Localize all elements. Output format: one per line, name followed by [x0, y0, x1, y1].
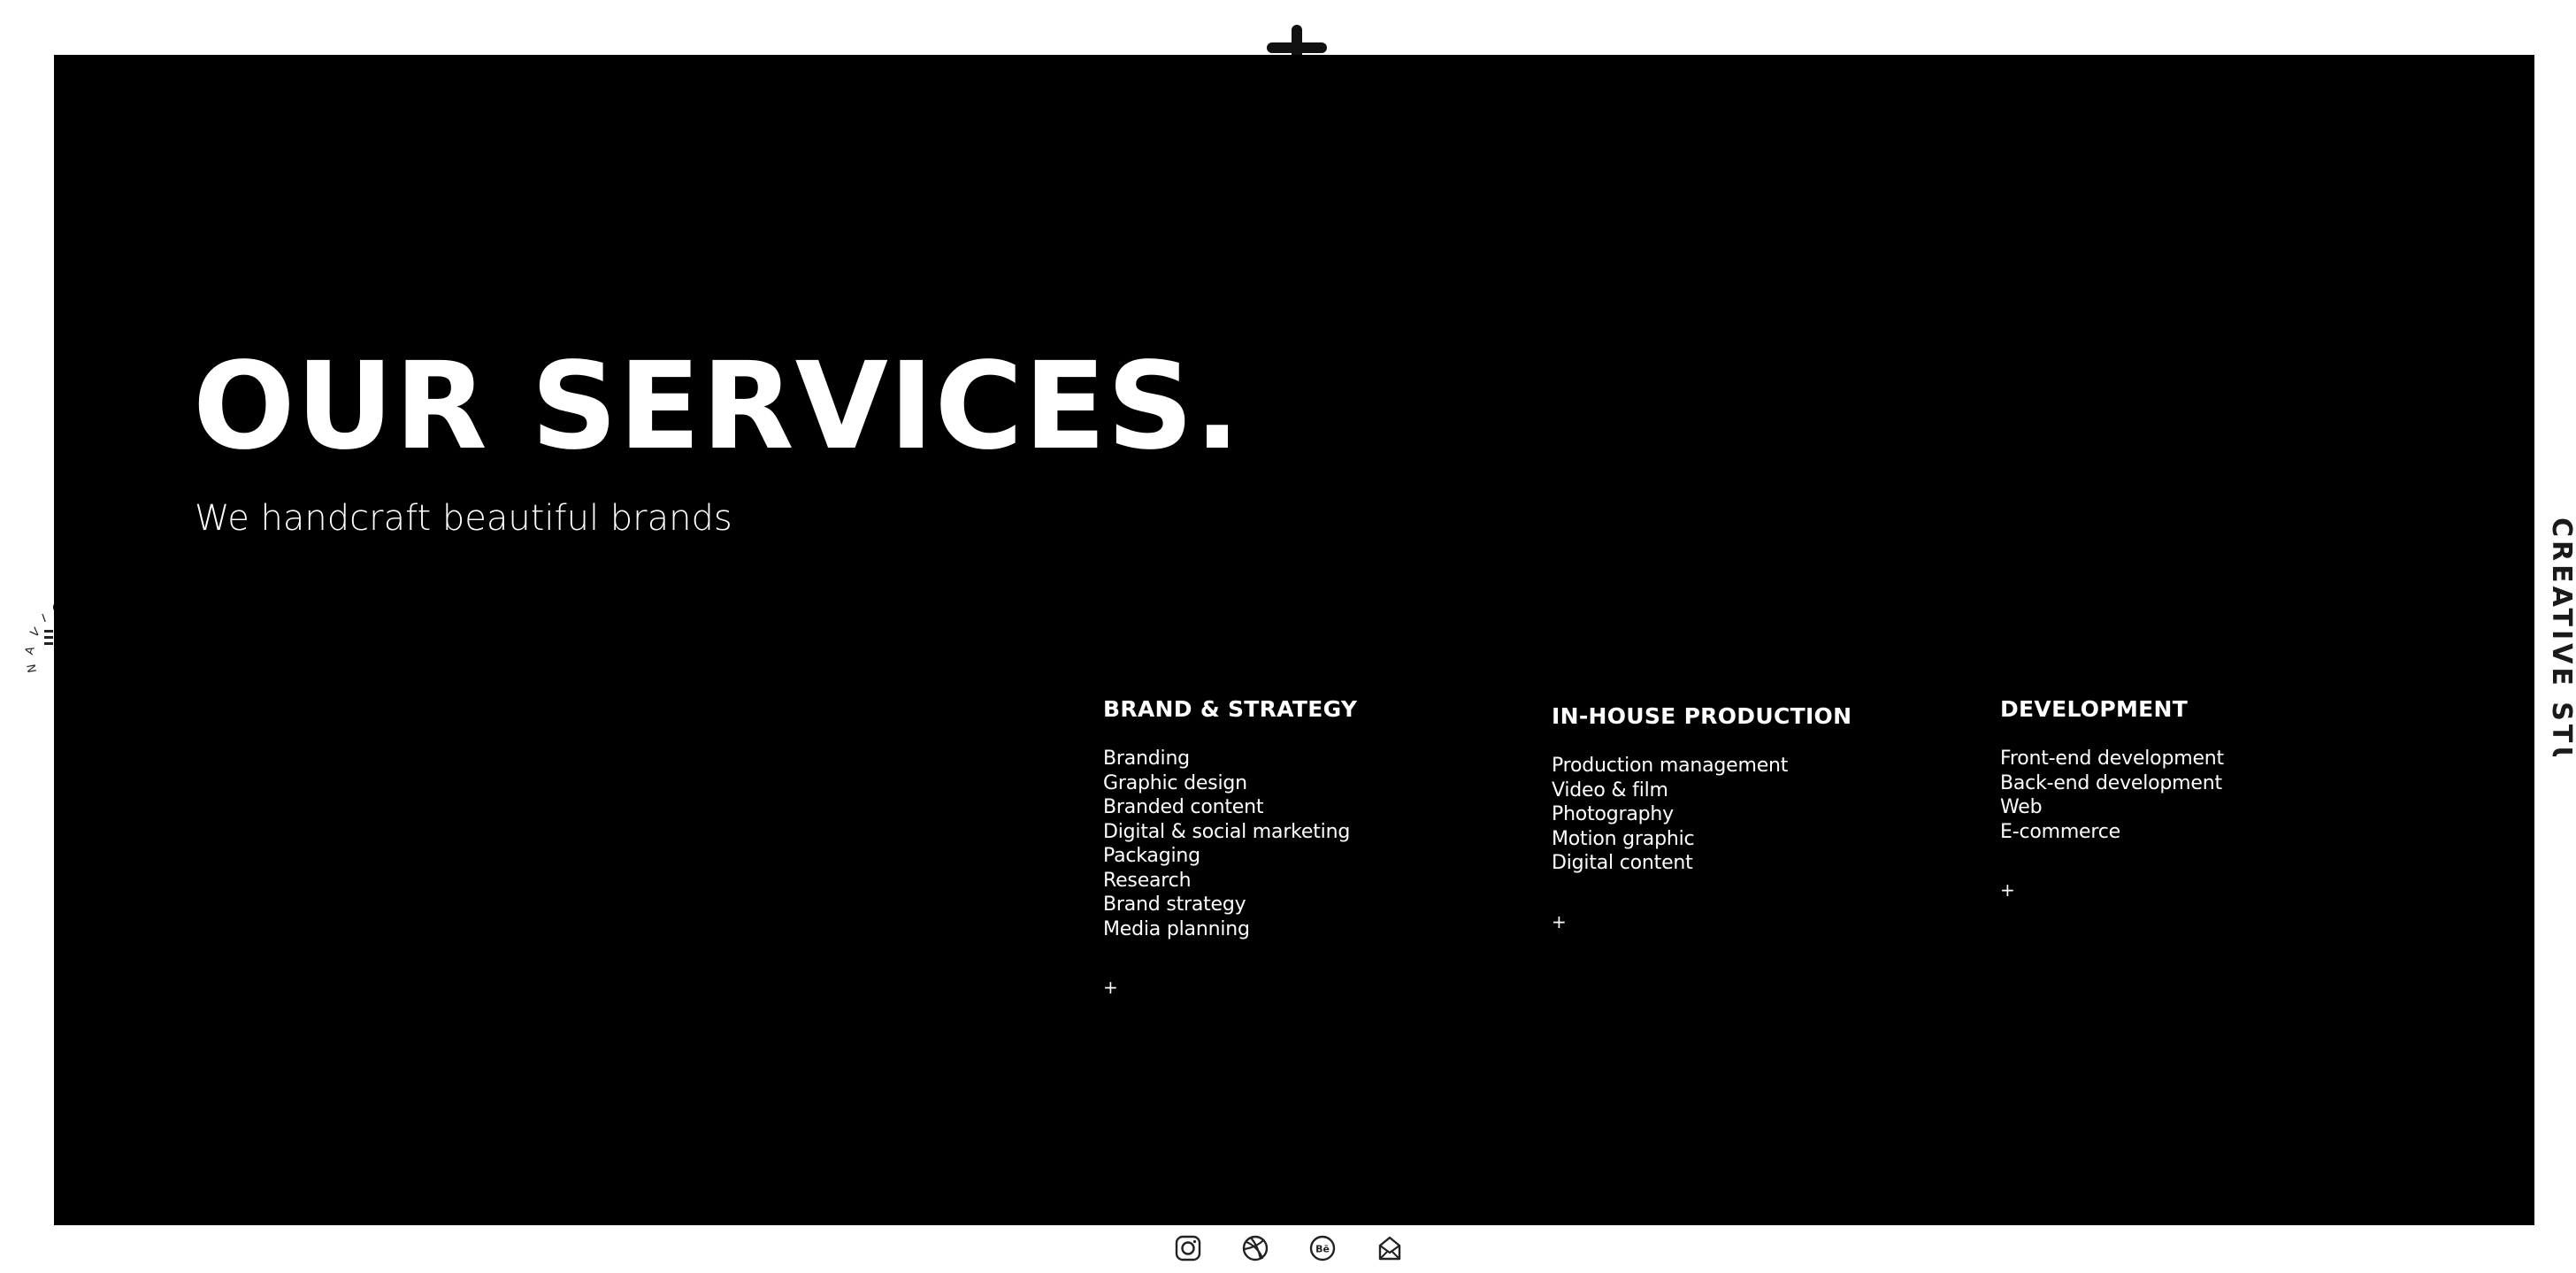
nav-letter: N — [25, 663, 41, 674]
expand-more-button[interactable]: + — [1552, 913, 1852, 931]
service-item: Front-end development — [2000, 748, 2224, 770]
instagram-icon[interactable] — [1174, 1234, 1202, 1262]
service-item: Brand strategy — [1103, 893, 1246, 916]
behance-icon[interactable]: Bē — [1308, 1234, 1337, 1262]
service-item: Photography — [1552, 803, 1674, 825]
service-item: Web — [2000, 796, 2043, 818]
behance-label: Bē — [1315, 1244, 1330, 1255]
navigation-menu-button[interactable]: N A V I G — [12, 598, 62, 674]
nav-letter: A — [23, 645, 38, 656]
service-list: Front-end development Back-end developme… — [2000, 747, 2224, 844]
service-list: Production management Video & film Photo… — [1552, 754, 1852, 876]
nav-letter: I — [40, 611, 49, 626]
service-item: E-commerce — [2000, 820, 2120, 843]
expand-more-button[interactable]: + — [1103, 978, 1357, 996]
menu-icon — [44, 630, 53, 646]
service-item: Branded content — [1103, 796, 1264, 818]
page-subtitle: We handcraft beautiful brands — [195, 498, 732, 539]
service-item: Back-end development — [2000, 771, 2222, 794]
service-column-in-house-production: IN-HOUSE PRODUCTION Production managemen… — [1552, 703, 1852, 931]
service-title: IN-HOUSE PRODUCTION — [1552, 703, 1852, 729]
services-panel: OUR SERVICES. We handcraft beautiful bra… — [54, 55, 2534, 1225]
service-title: BRAND & STRATEGY — [1103, 696, 1358, 722]
service-item: Branding — [1103, 748, 1190, 770]
service-item: Video & film — [1552, 778, 1668, 801]
page-title: OUR SERVICES. — [193, 337, 1241, 477]
service-item: Packaging — [1103, 845, 1200, 867]
expand-more-button[interactable]: + — [2000, 881, 2224, 899]
service-item: Motion graphic — [1552, 827, 1695, 850]
dribbble-icon[interactable] — [1241, 1234, 1269, 1262]
service-item: Production management — [1552, 755, 1789, 777]
service-column-development: DEVELOPMENT Front-end development Back-e… — [2000, 696, 2224, 899]
service-title: DEVELOPMENT — [2000, 696, 2189, 722]
service-item: Digital & social marketing — [1103, 820, 1351, 843]
page: N A V I G OUR SERVICES. We handcraft bea… — [0, 0, 2576, 1273]
nav-letter: V — [28, 625, 43, 640]
service-item: Media planning — [1103, 917, 1250, 940]
service-item: Research — [1103, 869, 1192, 892]
service-item: Digital content — [1552, 852, 1693, 874]
service-item: Graphic design — [1103, 771, 1247, 794]
service-list: Branding Graphic design Branded content … — [1103, 747, 1357, 941]
service-column-brand-strategy: BRAND & STRATEGY Branding Graphic design… — [1103, 696, 1357, 996]
social-links: Bē — [1174, 1234, 1404, 1262]
mail-icon[interactable] — [1376, 1234, 1404, 1262]
side-vertical-label: CREATIVE STUDIO — [2546, 518, 2576, 756]
